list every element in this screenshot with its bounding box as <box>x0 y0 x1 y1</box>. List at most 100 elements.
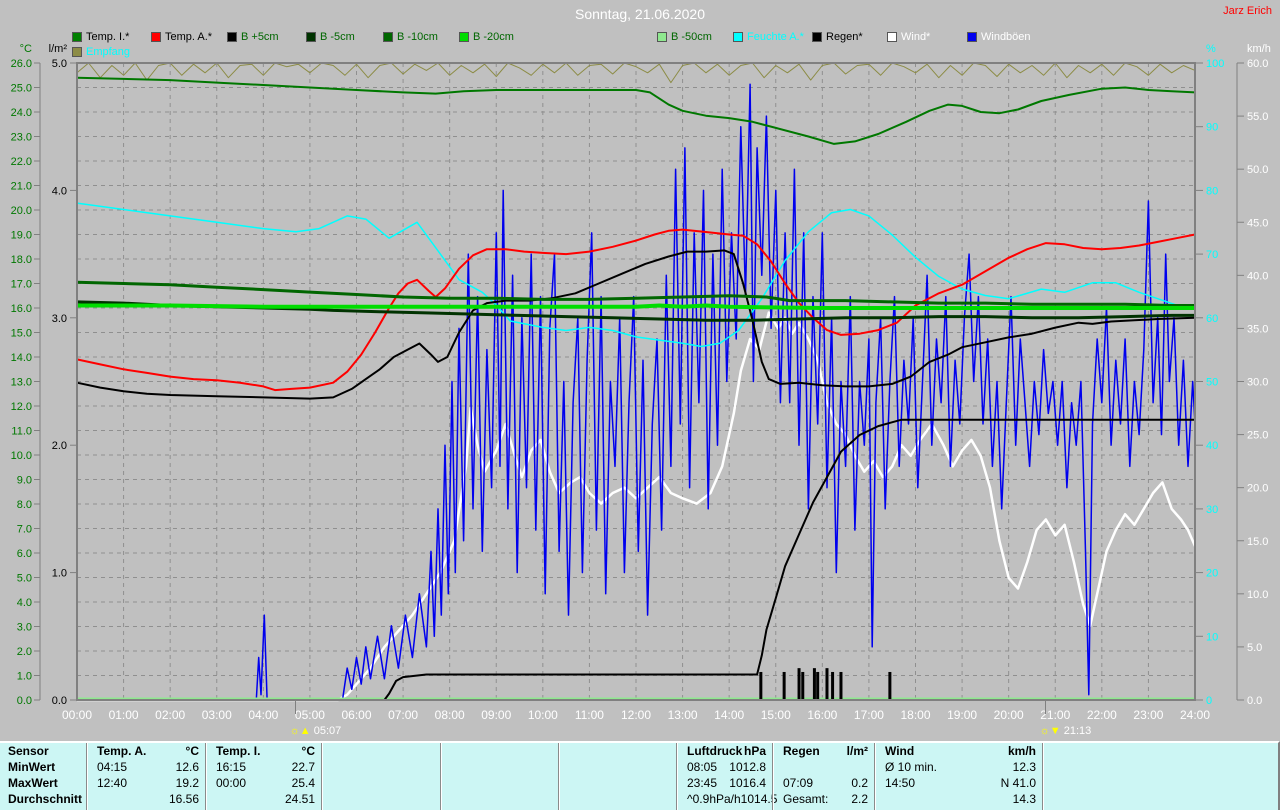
table-col-unit <box>1053 743 1276 759</box>
temp-axis-label: 17.0 <box>11 279 32 291</box>
table-cell-value <box>569 759 676 775</box>
rain-bar <box>816 672 819 700</box>
table-cell-value <box>332 759 440 775</box>
legend-item-b_m5: B -5cm <box>306 31 355 43</box>
plot-area-border <box>77 63 1195 700</box>
rain-bar <box>801 672 804 700</box>
table-cell-value <box>1053 791 1276 807</box>
table-cell-time: 07:09 <box>773 775 813 791</box>
table-cell-value <box>451 791 558 807</box>
table-col-unit: °C <box>260 743 321 759</box>
series-b_m20 <box>77 306 1195 309</box>
legend-label: B +5cm <box>241 31 279 43</box>
wind-unit-label: km/h <box>1247 43 1271 55</box>
watermark: Jarz Erich <box>1223 5 1272 17</box>
table-cell-time <box>559 759 569 775</box>
table-row-labels: SensorMinWertMaxWertDurchschnitt <box>0 743 86 810</box>
legend-item-b_p5: B +5cm <box>227 31 279 43</box>
temp-axis-label: 9.0 <box>17 475 32 487</box>
table-cell-time <box>773 759 783 775</box>
sunset-marker: ☼▼ 21:13 <box>1040 725 1092 737</box>
humidity-axis-label: 80 <box>1206 185 1218 197</box>
legend-swatch-icon <box>733 32 743 42</box>
table-cell-value: 1012.8 <box>717 759 772 775</box>
temp-axis-label: 16.0 <box>11 303 32 315</box>
table-cell-value: 19.2 <box>127 775 205 791</box>
table-cell-time: 12:40 <box>87 775 127 791</box>
rain-axis-label: 2.0 <box>52 440 67 452</box>
wind-axis-label: 5.0 <box>1247 642 1262 654</box>
gridlines <box>77 63 1195 700</box>
wind-axis-label: 60.0 <box>1247 58 1268 70</box>
legend-item-temp_a: Temp. A.* <box>151 31 212 43</box>
legend-item-regen: Regen* <box>812 31 863 43</box>
wind-axis-label: 40.0 <box>1247 270 1268 282</box>
table-cell-time <box>559 791 569 807</box>
time-axis: 00:0001:0002:0003:0004:0005:0006:0007:00… <box>62 700 1210 737</box>
table-cell-value <box>1053 759 1276 775</box>
wind-axis-label: 20.0 <box>1247 483 1268 495</box>
table-col-unit <box>569 743 676 759</box>
legend-label: Temp. A.* <box>165 31 212 43</box>
table-cell-value: 24.51 <box>216 791 321 807</box>
temp-axis-label: 25.0 <box>11 83 32 95</box>
table-cell-value <box>569 775 676 791</box>
legend-item-feuchte: Feuchte A.* <box>733 31 804 43</box>
table-cell-value: 12.6 <box>127 759 205 775</box>
time-axis-label: 11:00 <box>575 708 604 722</box>
table-col-header <box>441 743 451 759</box>
temp-axis-label: 14.0 <box>11 352 32 364</box>
time-axis-label: 18:00 <box>900 708 930 722</box>
legend-label: B -5cm <box>320 31 355 43</box>
humidity-axis-label: 30 <box>1206 504 1218 516</box>
table-col-header: Temp. A. <box>87 743 146 759</box>
humidity-axis-label: 0 <box>1206 695 1212 707</box>
time-axis-label: 02:00 <box>155 708 185 722</box>
rain-bar <box>759 672 762 700</box>
table-cell-time: 00:00 <box>206 775 246 791</box>
humidity-axis-label: 50 <box>1206 377 1218 389</box>
temp-axis-label: 23.0 <box>11 132 32 144</box>
table-col-luftdruck: LuftdruckhPa08:051012.823:451016.4^0.9hP… <box>676 743 772 810</box>
table-col-unit <box>451 743 558 759</box>
time-axis-label: 07:00 <box>388 708 418 722</box>
table-col-empty-3 <box>558 743 676 810</box>
table-col-empty-2 <box>440 743 558 810</box>
table-cell-time: 08:05 <box>677 759 717 775</box>
table-cell-time: 14:50 <box>875 775 915 791</box>
table-cell-value: 12.3 <box>937 759 1042 775</box>
wind-axis-label: 15.0 <box>1247 536 1268 548</box>
temp-axis-label: 1.0 <box>17 671 32 683</box>
humidity-axis-label: 20 <box>1206 568 1218 580</box>
table-cell-time <box>87 791 97 807</box>
table-cell-time: Gesamt: <box>773 791 828 807</box>
table-cell-time <box>441 775 451 791</box>
table-cell-value <box>569 791 676 807</box>
table-col-temp-i: Temp. I.°C16:1522.700:0025.424.51 <box>205 743 321 810</box>
table-cell-time <box>441 791 451 807</box>
table-cell-time: 23:45 <box>677 775 717 791</box>
wind-axis-label: 0.0 <box>1247 695 1262 707</box>
temp-axis-label: 4.0 <box>17 597 32 609</box>
table-cell-time: 16:15 <box>206 759 246 775</box>
legend-label: B -50cm <box>671 31 712 43</box>
time-axis-label: 13:00 <box>668 708 698 722</box>
legend-swatch-icon <box>72 47 82 57</box>
sunset-icon: ☼▼ <box>1040 725 1064 737</box>
table-col-header <box>1043 743 1053 759</box>
chart-svg[interactable]: 0.01.02.03.04.05.06.07.08.09.010.011.012… <box>0 0 1280 741</box>
page-title: Sonntag, 21.06.2020 <box>0 6 1280 22</box>
table-cell-value <box>332 791 440 807</box>
table-cell-time: ^0.9hPa/h <box>677 791 741 807</box>
time-axis-label: 17:00 <box>854 708 884 722</box>
wind-axis-label: 35.0 <box>1247 323 1268 335</box>
table-col-unit: l/m² <box>820 743 874 759</box>
time-axis-label: 20:00 <box>994 708 1024 722</box>
legend-label: Windböen <box>981 31 1031 43</box>
table-cell-time <box>206 791 216 807</box>
humidity-axis-label: 100 <box>1206 58 1224 70</box>
temp-axis-label: 18.0 <box>11 254 32 266</box>
table-row-label: Durchschnitt <box>0 791 86 807</box>
table-cell-value: 2.2 <box>828 791 874 807</box>
rain-bar <box>798 668 801 700</box>
